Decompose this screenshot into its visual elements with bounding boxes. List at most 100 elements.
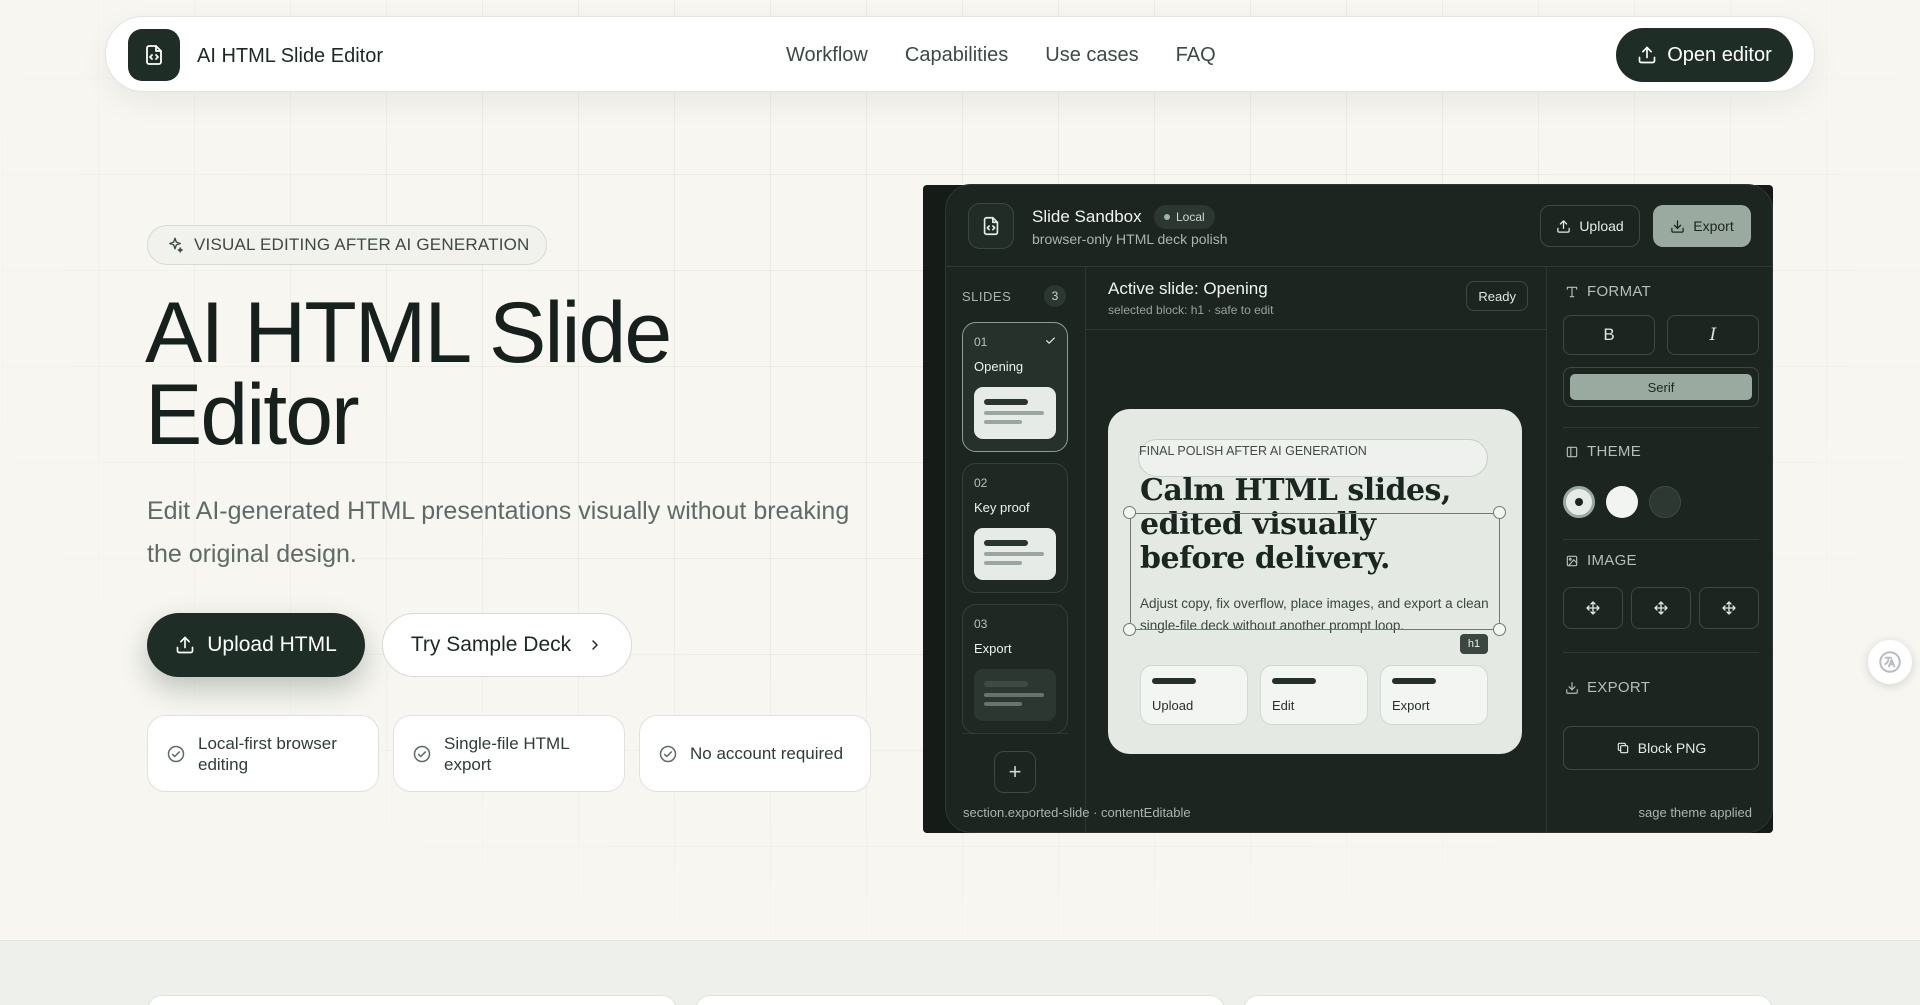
download-icon (1671, 219, 1685, 233)
theme-swatch-sage[interactable] (1563, 486, 1595, 518)
slide-card-export[interactable]: Export (1380, 665, 1488, 725)
format-panel: FORMAT B I Serif THEME IMAGE EXPORT Bloc… (1546, 267, 1772, 832)
feature-label: No account required (690, 744, 844, 763)
resize-handle[interactable] (1493, 623, 1506, 636)
nav-link-capabilities[interactable]: Capabilities (905, 44, 1008, 67)
translate-button[interactable] (1868, 640, 1912, 684)
brand-name[interactable]: AI HTML Slide Editor (197, 45, 383, 68)
move-icon (1654, 601, 1668, 615)
code-file-icon (146, 45, 162, 65)
add-slide-button[interactable]: + (994, 751, 1036, 793)
divider (1086, 329, 1546, 330)
local-badge: Local (1154, 205, 1215, 229)
slide-eyebrow-text: FINAL POLISH AFTER AI GENERATION (1139, 444, 1367, 458)
move-icon (1722, 601, 1736, 615)
hero-subtitle: Edit AI-generated HTML presentations vis… (147, 497, 850, 568)
mockup-upload-button[interactable]: Upload (1540, 205, 1640, 247)
slide-number: 02 (974, 476, 988, 490)
mockup-export-button[interactable]: Export (1653, 205, 1751, 247)
resize-handle[interactable] (1493, 506, 1506, 519)
canvas-panel: Active slide: Opening selected block: h1… (1086, 267, 1546, 832)
type-icon (1566, 286, 1578, 297)
slide-thumb-opening[interactable]: 01 Opening (962, 322, 1068, 452)
divider (1563, 652, 1759, 653)
bold-button[interactable]: B (1563, 315, 1655, 355)
mockup-title: Slide Sandbox (1032, 207, 1142, 226)
slide-thumb-export[interactable]: 03 Export (962, 604, 1068, 734)
check-circle-icon (167, 745, 185, 762)
logo[interactable] (128, 29, 180, 81)
resize-handle[interactable] (1123, 506, 1136, 519)
font-option-serif[interactable]: Serif (1570, 374, 1752, 400)
nav-link-workflow[interactable]: Workflow (786, 44, 868, 67)
italic-button[interactable]: I (1667, 315, 1759, 355)
ready-badge: Ready (1466, 281, 1528, 311)
chevron-right-icon (592, 640, 598, 650)
block-png-button[interactable]: Block PNG (1563, 726, 1759, 770)
resize-handle[interactable] (1123, 623, 1136, 636)
theme-section-label: THEME (1565, 443, 1641, 460)
nav-link-faq[interactable]: FAQ (1176, 44, 1216, 67)
slide-name: Opening (974, 359, 1024, 374)
image-move-right-button[interactable] (1699, 587, 1759, 629)
upload-icon (176, 636, 194, 654)
slide-card-upload[interactable]: Upload (1140, 665, 1248, 725)
bottom-card (1243, 995, 1773, 1005)
selection-box (1130, 513, 1500, 630)
image-move-center-button[interactable] (1631, 587, 1691, 629)
theme-label: THEME (1587, 443, 1641, 460)
image-move-left-button[interactable] (1563, 587, 1623, 629)
local-badge-label: Local (1176, 210, 1205, 224)
active-slide-subtitle: selected block: h1 · safe to edit (1108, 303, 1274, 317)
upload-html-button[interactable]: Upload HTML (147, 613, 365, 677)
upload-html-label: Upload HTML (207, 633, 337, 656)
mockup-export-label: Export (1693, 218, 1734, 234)
slide-name: Export (974, 641, 1012, 656)
editor-mockup: Slide Sandbox Local browser-only HTML de… (945, 184, 1773, 833)
slide-preview (974, 387, 1056, 439)
slide-card-label: Export (1392, 698, 1430, 713)
upload-icon (1557, 219, 1571, 233)
download-icon (1566, 681, 1578, 694)
canvas-footer: section.exported-slide · contentEditable (963, 805, 1191, 820)
slide-number: 03 (974, 617, 988, 631)
slide-thumb-key-proof[interactable]: 02 Key proof (962, 463, 1068, 593)
slide-card-edit[interactable]: Edit (1260, 665, 1368, 725)
slide-card-label: Edit (1272, 698, 1295, 713)
feature-no-account: No account required (639, 715, 871, 792)
export-label: EXPORT (1587, 679, 1651, 696)
slide-card-label: Upload (1152, 698, 1194, 713)
theme-swatch-dark[interactable] (1649, 486, 1681, 518)
export-section-label: EXPORT (1565, 679, 1650, 696)
divider (962, 733, 1068, 734)
format-section-label: FORMAT (1565, 283, 1651, 300)
hero-pill: VISUAL EDITING AFTER AI GENERATION (147, 225, 547, 265)
feature-label: Local-first browser editing (198, 733, 337, 774)
open-editor-label: Open editor (1667, 43, 1772, 66)
bottom-card (147, 995, 677, 1005)
status-dot-icon (1164, 214, 1170, 220)
image-label: IMAGE (1587, 552, 1637, 569)
slide-eyebrow[interactable]: FINAL POLISH AFTER AI GENERATION (1138, 439, 1488, 477)
theme-swatch-light[interactable] (1606, 486, 1638, 518)
mockup-upload-label: Upload (1579, 218, 1624, 234)
format-footer: sage theme applied (1638, 805, 1752, 820)
slides-count-badge: 3 (1044, 285, 1066, 307)
block-png-label: Block PNG (1637, 740, 1707, 756)
slide-canvas[interactable]: FINAL POLISH AFTER AI GENERATION Calm HT… (1108, 409, 1522, 754)
try-sample-deck-button[interactable]: Try Sample Deck (382, 613, 632, 677)
nav-link-use-cases[interactable]: Use cases (1045, 44, 1138, 67)
feature-local-first: Local-first browser editing (147, 715, 379, 792)
translate-icon (1879, 651, 1901, 673)
selected-tag-badge: h1 (1460, 634, 1488, 654)
slide-number: 01 (974, 335, 988, 349)
image-icon (1566, 555, 1578, 566)
slides-label: SLIDES (962, 289, 1012, 304)
font-selector[interactable]: Serif (1563, 367, 1759, 407)
bottom-card (695, 995, 1225, 1005)
open-editor-button[interactable]: Open editor (1616, 28, 1793, 82)
check-icon (1046, 337, 1055, 344)
feature-single-file: Single-file HTML export (393, 715, 625, 792)
image-section-label: IMAGE (1565, 552, 1637, 569)
mockup-logo (968, 203, 1014, 249)
